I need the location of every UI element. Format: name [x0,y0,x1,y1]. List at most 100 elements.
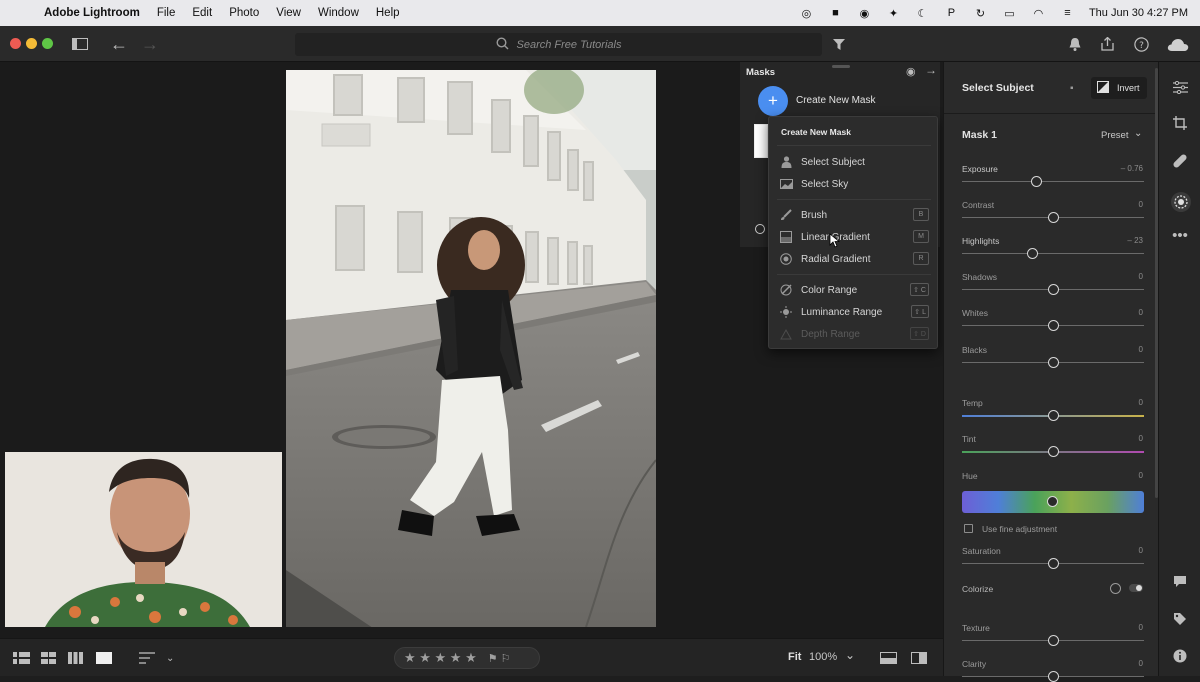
masking-icon[interactable] [1171,192,1191,212]
photo-grid-view-icon[interactable] [13,650,30,666]
notifications-bell-icon[interactable] [1065,34,1085,54]
slider-value-whites[interactable]: 0 [1139,308,1143,317]
p-icon[interactable]: P [944,7,959,20]
menu-help[interactable]: Help [376,7,400,19]
slider-value-clarity[interactable]: 0 [1139,659,1143,668]
comment-icon[interactable]: ▪ [1070,83,1074,94]
menu-item-select-sky[interactable]: Select Sky [779,175,929,193]
menu-item-brush[interactable]: Brush B [779,206,929,224]
zoom-icon[interactable]: ■ [828,7,843,20]
flag-reject-icon[interactable]: ⚐ [501,652,511,665]
panel-drag-handle[interactable] [832,65,850,68]
slider-thumb-highlights[interactable] [1026,248,1038,259]
more-options-icon[interactable]: ••• [1171,226,1189,244]
sort-chevron-icon[interactable]: ⌄ [166,650,174,666]
menu-item-color-range[interactable]: Color Range ⇧ C [779,281,929,299]
fine-adjustment-checkbox[interactable] [964,524,973,533]
close-window-icon[interactable] [10,38,21,49]
slider-thumb-blacks[interactable] [1047,357,1059,368]
help-icon[interactable]: ? [1131,34,1151,54]
slider-value-hue[interactable]: 0 [1139,471,1143,480]
slider-value-texture[interactable]: 0 [1139,623,1143,632]
filter-icon[interactable] [829,34,849,54]
menu-photo[interactable]: Photo [229,7,259,19]
clock[interactable]: Thu Jun 30 4:27 PM [1089,7,1188,19]
menu-item-radial-gradient[interactable]: Radial Gradient R [779,250,929,268]
slider-thumb-texture[interactable] [1047,635,1059,646]
sync-icon[interactable]: ↻ [973,7,988,20]
slider-thumb-tint[interactable] [1047,446,1059,457]
slider-thumb-contrast[interactable] [1047,212,1059,223]
chevron-down-icon[interactable]: ⌄ [1134,128,1142,139]
menu-view[interactable]: View [276,7,301,19]
cloud-sync-icon[interactable] [1166,34,1190,54]
fit-zoom-button[interactable]: Fit [788,651,801,663]
collapse-arrow-icon[interactable]: → [925,63,937,77]
comments-icon[interactable] [1171,572,1189,590]
slider-thumb-whites[interactable] [1047,320,1059,331]
record-icon[interactable]: ◉ [857,7,872,20]
edited-photo[interactable] [286,70,656,627]
before-after-compare-icon[interactable] [911,650,927,666]
wifi-icon[interactable]: ◠ [1031,7,1046,20]
edit-sliders-icon[interactable] [1171,78,1189,96]
slider-value-shadows[interactable]: 0 [1139,272,1143,281]
healing-bandage-icon[interactable] [1171,152,1189,170]
sidebar-toggle-icon[interactable] [70,34,90,54]
creative-cloud-icon[interactable]: ◎ [799,7,814,20]
minimize-window-icon[interactable] [26,38,37,49]
slider-track-exposure[interactable] [962,181,1144,182]
flag-pick-icon[interactable]: ⚑ [488,652,498,665]
slider-thumb-shadows[interactable] [1047,284,1059,295]
slider-value-contrast[interactable]: 0 [1139,200,1143,209]
colorize-toggle[interactable] [1129,584,1143,592]
filmstrip-toggle-icon[interactable] [880,650,897,666]
create-new-mask-label[interactable]: Create New Mask [796,95,875,106]
battery-icon[interactable]: ▭ [1002,7,1017,20]
share-icon[interactable] [1097,34,1117,54]
crop-icon[interactable] [1171,114,1189,132]
search-field[interactable]: Search Free Tutorials [295,33,822,56]
slider-thumb-exposure[interactable] [1031,176,1043,187]
back-arrow-icon[interactable]: ← [109,34,129,54]
mask-name[interactable]: Mask 1 [962,129,997,141]
moon-icon[interactable]: ☾ [915,7,930,20]
slider-track-highlights[interactable] [962,253,1144,254]
slider-thumb-clarity[interactable] [1047,671,1059,682]
menu-item-luminance-range[interactable]: Luminance Range ⇧ L [779,303,929,321]
menu-window[interactable]: Window [318,7,359,19]
menu-item-select-subject[interactable]: Select Subject [779,153,929,171]
colorize-swatch[interactable] [1110,583,1121,594]
zoom-window-icon[interactable] [42,38,53,49]
preset-dropdown[interactable]: Preset [1101,130,1128,141]
mask-thumbnail[interactable] [754,124,768,158]
control-center-icon[interactable]: ≡ [1060,7,1075,20]
menu-item-linear-gradient[interactable]: Linear Gradient M [779,228,929,246]
hue-slider-thumb[interactable] [1047,496,1058,507]
invert-button[interactable]: Invert [1091,77,1147,99]
visibility-eye-icon[interactable]: ◉ [906,65,916,78]
slider-value-saturation[interactable]: 0 [1139,546,1143,555]
compare-view-icon[interactable] [68,650,83,666]
info-icon[interactable] [1171,647,1189,665]
sort-icon[interactable] [139,650,155,666]
menu-edit[interactable]: Edit [192,7,212,19]
slider-thumb-saturation[interactable] [1047,558,1059,569]
slider-value-tint[interactable]: 0 [1139,434,1143,443]
menu-file[interactable]: File [157,7,176,19]
dropbox-icon[interactable]: ✦ [886,7,901,20]
forward-arrow-icon[interactable]: → [140,34,160,54]
slider-thumb-temp[interactable] [1047,410,1059,421]
app-name-menu[interactable]: Adobe Lightroom [44,7,140,19]
star-rating-control[interactable]: ★ ★ ★ ★ ★ ⚑ ⚐ [394,647,540,669]
detail-view-icon[interactable] [96,650,112,666]
zoom-chevron-icon[interactable]: ⌄ [845,648,855,662]
slider-value-blacks[interactable]: 0 [1139,345,1143,354]
overlay-toggle-icon[interactable] [755,224,765,234]
tag-icon[interactable] [1171,610,1189,628]
star-rating[interactable]: ★ ★ ★ ★ ★ [404,650,477,666]
create-new-mask-button[interactable]: + [758,86,788,116]
square-grid-view-icon[interactable] [41,650,56,666]
slider-value-highlights[interactable]: – 23 [1127,236,1143,245]
slider-value-exposure[interactable]: – 0.76 [1121,164,1143,173]
